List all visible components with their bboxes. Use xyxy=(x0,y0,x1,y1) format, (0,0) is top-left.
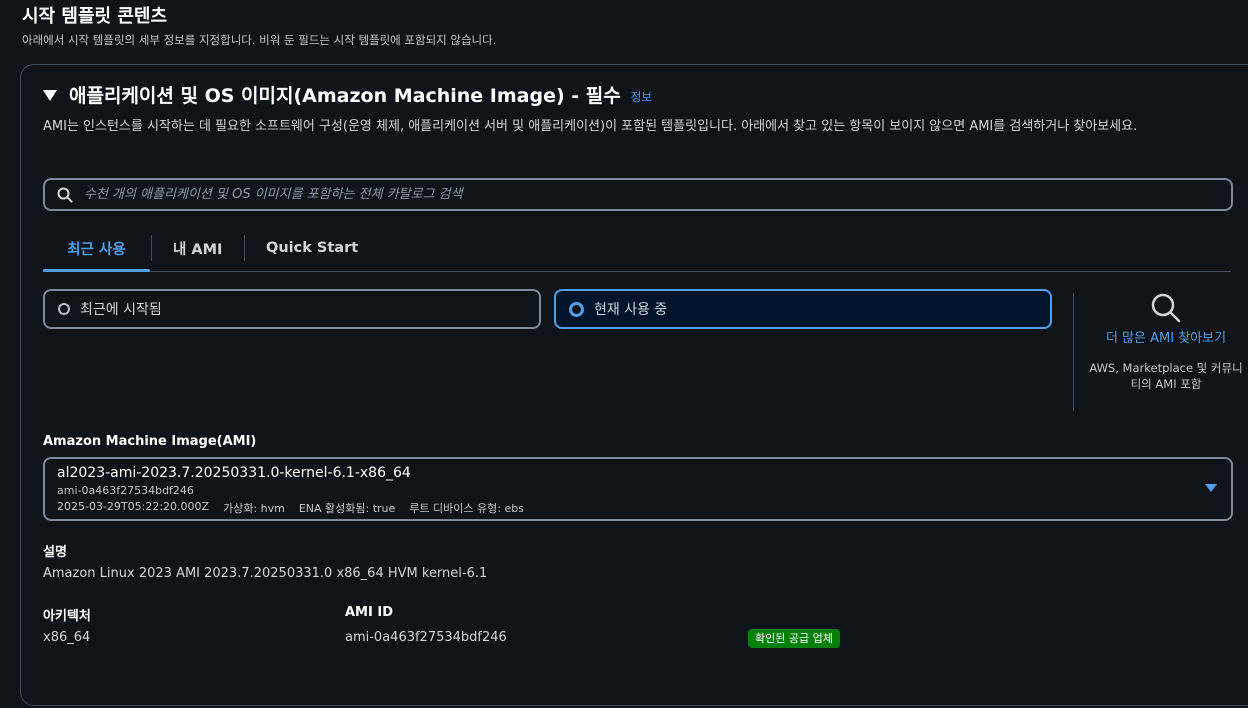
ami-id-label: AMI ID xyxy=(345,605,393,620)
ami-root-device: 루트 디바이스 유형: ebs xyxy=(409,502,524,515)
ami-id-value: ami-0a463f27534bdf246 xyxy=(345,630,507,645)
radio-unselected-icon xyxy=(58,303,70,315)
ami-name: al2023-ami-2023.7.20250331.0-kernel-6.1-… xyxy=(57,465,411,481)
caret-down-icon xyxy=(1205,484,1217,492)
ami-ena: ENA 활성화됨: true xyxy=(298,502,396,515)
search-icon xyxy=(57,187,73,202)
ami-field-label: Amazon Machine Image(AMI) xyxy=(43,434,257,449)
section-title: 애플리케이션 및 OS 이미지(Amazon Machine Image) - … xyxy=(69,85,621,107)
browse-more-link[interactable]: 더 많은 AMI 찾아보기 xyxy=(1085,329,1247,348)
section-description: AMI는 인스턴스를 시작하는 데 필요한 소프트웨어 구성(운영 체제, 애플… xyxy=(43,119,1138,134)
page-description: 아래에서 시작 템플릿의 세부 정보를 지정합니다. 비워 둔 필드는 시작 템… xyxy=(22,33,497,47)
collapse-caret-icon[interactable] xyxy=(43,90,57,101)
browse-more-amis: 더 많은 AMI 찾아보기 AWS, Marketplace 및 커뮤니티의 A… xyxy=(1085,291,1247,392)
radio-selected-icon xyxy=(569,301,584,317)
verified-provider-badge: 확인된 공급 업체 xyxy=(748,629,840,648)
ami-id: ami-0a463f27534bdf246 xyxy=(57,484,194,497)
radio-label: 최근에 시작됨 xyxy=(80,302,162,318)
tab-quick-start[interactable]: Quick Start xyxy=(266,225,358,271)
search-input[interactable] xyxy=(82,186,1231,203)
tab-divider xyxy=(244,235,245,261)
info-link[interactable]: 정보 xyxy=(631,89,652,105)
search-icon[interactable] xyxy=(1149,291,1183,325)
ami-timestamp: 2025-03-29T05:22:20.000Z xyxy=(57,500,210,513)
divider xyxy=(1073,293,1074,411)
radio-label: 현재 사용 중 xyxy=(594,302,668,318)
tab-recent[interactable]: 최근 사용 xyxy=(43,225,150,272)
description-value: Amazon Linux 2023 AMI 2023.7.20250331.0 … xyxy=(43,566,488,581)
ami-tabs: 최근 사용 내 AMI Quick Start xyxy=(43,225,1231,272)
ami-panel: 애플리케이션 및 OS 이미지(Amazon Machine Image) - … xyxy=(20,64,1248,706)
architecture-value: x86_64 xyxy=(43,630,91,645)
ami-meta: 2025-03-29T05:22:20.000Z 가상화: hvm ENA 활성… xyxy=(57,500,524,516)
catalog-search[interactable] xyxy=(43,178,1233,211)
ami-virtualization: 가상화: hvm xyxy=(223,502,285,515)
description-label: 설명 xyxy=(43,545,67,560)
tab-my-ami[interactable]: 내 AMI xyxy=(173,225,222,271)
architecture-label: 아키텍처 xyxy=(43,609,91,624)
tab-divider xyxy=(151,235,152,261)
page-title: 시작 템플릿 콘텐츠 xyxy=(22,6,168,27)
page-header: 시작 템플릿 콘텐츠 아래에서 시작 템플릿의 세부 정보를 지정합니다. 비워… xyxy=(22,6,496,48)
browse-note: AWS, Marketplace 및 커뮤니티의 AMI 포함 xyxy=(1089,361,1243,391)
section-header: 애플리케이션 및 OS 이미지(Amazon Machine Image) - … xyxy=(43,81,652,108)
radio-currently-in-use[interactable]: 현재 사용 중 xyxy=(554,289,1052,329)
ami-select[interactable]: al2023-ami-2023.7.20250331.0-kernel-6.1-… xyxy=(43,457,1233,521)
radio-recently-launched[interactable]: 최근에 시작됨 xyxy=(43,289,541,329)
